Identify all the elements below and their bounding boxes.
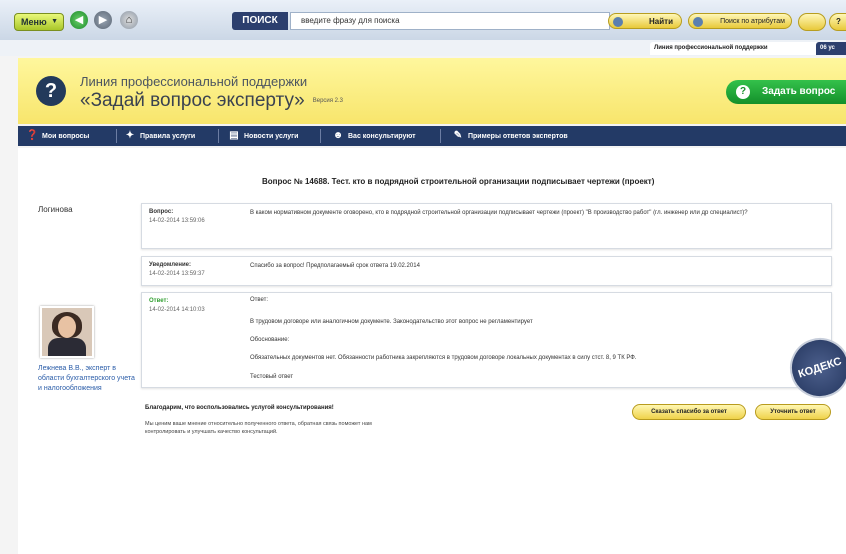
nav-consultants[interactable]: ☻ Вас консультируют (332, 126, 416, 146)
answer-card: Ответ: 14-02-2014 14:10:03 Ответ: В труд… (141, 292, 832, 388)
feedback-text: Мы ценим ваше мнение относительно получе… (145, 421, 372, 435)
version-label: Версия 2.3 (312, 97, 344, 104)
notice-date: 14-02-2014 13:59:37 (149, 271, 205, 277)
nav-divider (440, 129, 441, 143)
find-button[interactable]: Найти (608, 13, 682, 29)
banner-title-text: «Задай вопрос эксперту» (80, 90, 305, 111)
question-card: Вопрос: 14-02-2014 13:59:06 В каком норм… (141, 203, 832, 249)
top-toolbar: Меню ▼ ◀ ▶ ⌂ ПОИСК введите фразу для поис… (0, 0, 846, 40)
service-nav: ❓ Мои вопросы ✦ Правила услуги ▤ Новости ус… (18, 126, 846, 146)
news-icon: ▤ (229, 130, 239, 141)
question-icon: ❓ (26, 130, 39, 141)
nav-label: Примеры ответов экспертов (468, 133, 568, 140)
pin-icon: ✦ (125, 130, 135, 141)
nav-news[interactable]: ▤ Новости услуги (228, 126, 298, 146)
menu-button[interactable]: Меню ▼ (14, 13, 64, 31)
help-button[interactable]: ? (829, 13, 846, 31)
nav-label: Правила услуги (140, 133, 196, 140)
home-icon[interactable]: ⌂ (120, 11, 138, 29)
question-label: Вопрос: (149, 209, 174, 215)
answer-line: В трудовом договоре или аналогичном доку… (250, 319, 533, 325)
feedback-title: Благодарим, что воспользовались услугой … (145, 405, 334, 411)
tab-second[interactable]: 06 ус (816, 42, 846, 55)
nav-examples[interactable]: ✎ Примеры ответов экспертов (452, 126, 568, 146)
nav-label: Новости услуги (244, 133, 299, 140)
search-input[interactable]: введите фразу для поиска (290, 12, 610, 30)
thank-button[interactable]: Сказать спасибо за ответ (632, 404, 746, 420)
nav-rules[interactable]: ✦ Правила услуги (124, 126, 195, 146)
tab-support-line[interactable]: Линия профессиональной поддержки (650, 42, 822, 55)
answer-line: Ответ: (250, 297, 269, 303)
back-arrow-icon[interactable]: ◀ (70, 11, 88, 29)
expert-avatar (40, 306, 94, 358)
notice-card: Уведомление: 14-02-2014 13:59:37 Спасибо… (141, 256, 832, 286)
question-title: Вопрос № 14688. Тест. кто в подрядной ст… (262, 177, 655, 186)
asker-name: Логинова (38, 205, 73, 214)
menu-label: Меню (21, 17, 47, 27)
banner-title: «Задай вопрос эксперту» Версия 2.3 (80, 90, 343, 112)
attribute-search-label: Поиск по атрибутам (720, 18, 785, 25)
scales-icon[interactable] (798, 13, 826, 31)
find-label: Найти (649, 17, 673, 26)
answer-label: Ответ: (149, 298, 169, 304)
chevron-down-icon: ▼ (51, 18, 58, 25)
forward-arrow-icon[interactable]: ▶ (94, 11, 112, 29)
tab-strip: Линия профессиональной поддержки 06 ус (0, 40, 846, 56)
expert-link[interactable]: Лежнева В.В., эксперт в области бухгалте… (38, 364, 138, 394)
nav-divider (320, 129, 321, 143)
answer-line: Обязательных документов нет. Обязанности… (250, 355, 637, 361)
question-date: 14-02-2014 13:59:06 (149, 218, 205, 224)
magnifier-icon (693, 17, 703, 27)
notice-text: Спасибо за вопрос! Предполагаемый срок о… (250, 263, 420, 269)
nav-divider (116, 129, 117, 143)
clarify-button[interactable]: Уточнить ответ (755, 404, 831, 420)
answer-date: 14-02-2014 14:10:03 (149, 307, 205, 313)
question-logo-icon: ? (36, 76, 66, 106)
search-tab[interactable]: ПОИСК (232, 12, 288, 30)
avatar-body (48, 338, 86, 356)
banner-subtitle: Линия профессиональной поддержки (80, 74, 308, 89)
question-icon: ? (736, 85, 750, 99)
people-icon: ☻ (332, 130, 344, 141)
ask-question-button[interactable]: ? Задать вопрос (726, 80, 846, 104)
nav-my-questions[interactable]: ❓ Мои вопросы (26, 126, 89, 146)
question-text: В каком нормативном документе оговорено,… (250, 210, 748, 216)
nav-label: Вас консультируют (348, 133, 416, 140)
answer-line: Тестовый ответ (250, 374, 294, 380)
ask-question-label: Задать вопрос (762, 86, 836, 97)
nav-divider (218, 129, 219, 143)
avatar-face (58, 316, 76, 338)
header-banner: ? Линия профессиональной поддержки «Зада… (18, 58, 846, 124)
notice-label: Уведомление: (149, 262, 191, 268)
answer-line: Обоснование: (250, 337, 290, 343)
nav-label: Мои вопросы (42, 133, 90, 140)
edit-icon: ✎ (453, 130, 463, 141)
magnifier-icon (613, 17, 623, 27)
attribute-search-button[interactable]: Поиск по атрибутам (688, 13, 792, 29)
